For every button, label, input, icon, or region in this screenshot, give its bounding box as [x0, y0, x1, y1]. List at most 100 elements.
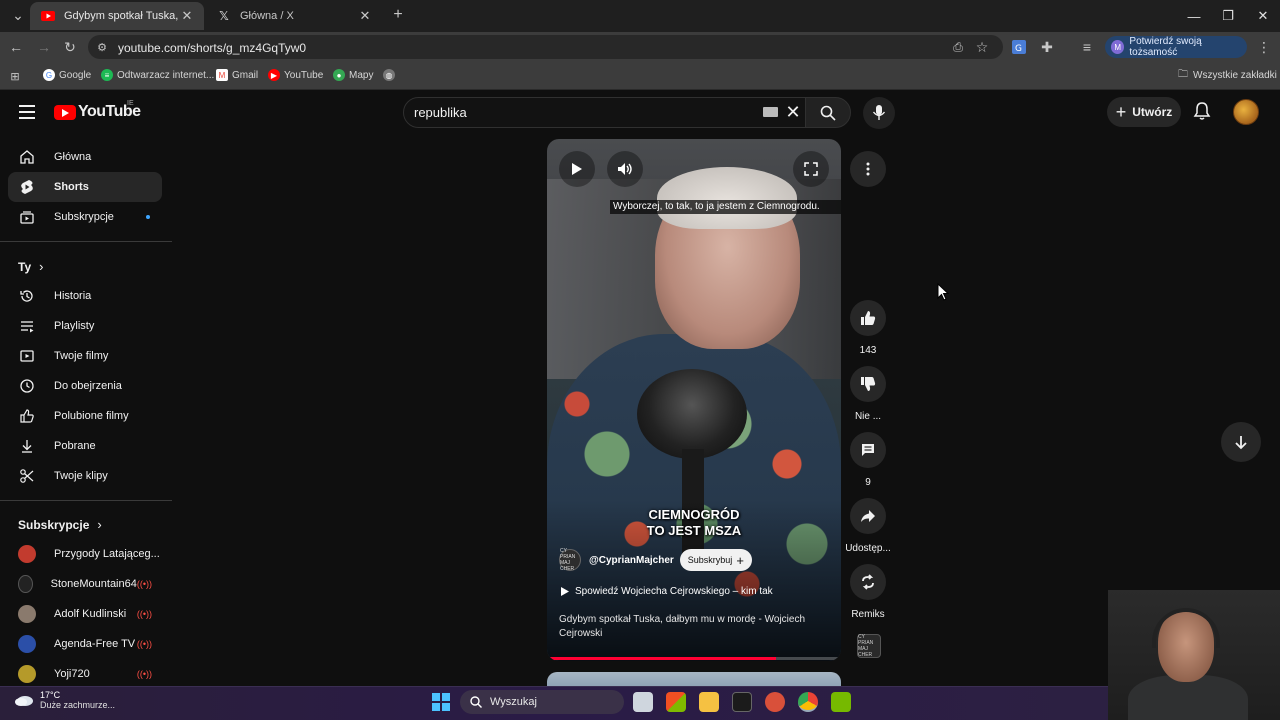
bookmark-gmail[interactable]: M Gmail: [216, 68, 258, 82]
channel-name[interactable]: @CyprianMajcher: [589, 555, 674, 566]
more-options-button[interactable]: [850, 151, 886, 187]
back-icon[interactable]: ←: [2, 32, 30, 62]
spotify-icon: ≡: [101, 69, 113, 81]
chrome-icon[interactable]: [798, 692, 818, 712]
store-icon[interactable]: [666, 692, 686, 712]
tab-search-icon[interactable]: ⌄: [4, 1, 32, 29]
dislike-button[interactable]: Nie ...: [840, 366, 896, 422]
menu-kebab-icon[interactable]: ⋮: [1250, 32, 1278, 62]
sidebar-item-history[interactable]: Historia: [8, 281, 162, 311]
gmail-icon: M: [216, 69, 228, 81]
nvidia-icon[interactable]: [831, 692, 851, 712]
channel-avatar: [18, 665, 36, 683]
forward-icon[interactable]: →: [30, 32, 58, 62]
sidebar-item-watch-later[interactable]: Do obejrzenia: [8, 371, 162, 401]
share-button[interactable]: Udostęp...: [840, 498, 896, 554]
download-icon: [8, 438, 46, 454]
notifications-bell-icon[interactable]: [1193, 101, 1213, 123]
next-short-button[interactable]: [1221, 422, 1261, 462]
comments-button[interactable]: 9: [840, 432, 896, 488]
mouse-cursor-icon: [937, 283, 949, 301]
channel-avatar: [18, 605, 36, 623]
region-code: IE: [127, 100, 134, 107]
play-button[interactable]: [559, 151, 595, 187]
remix-button[interactable]: Remiks: [840, 564, 896, 620]
windows-start-icon[interactable]: [432, 693, 450, 711]
clear-search-icon[interactable]: ✕: [784, 102, 802, 122]
search-button[interactable]: [805, 97, 851, 128]
url-text: youtube.com/shorts/g_mz4GqTyw0: [118, 41, 307, 55]
guide-menu-icon[interactable]: [16, 101, 38, 123]
sidebar-subscriptions-header[interactable]: Subskrypcje ›: [18, 517, 102, 532]
shorts-player[interactable]: Wyborczej, to tak, to ja jestem z Ciemno…: [547, 139, 841, 661]
sidebar-item-your-clips[interactable]: Twoje klipy: [8, 461, 162, 491]
verify-identity-label: Potwierdź swoją tożsamość: [1129, 36, 1202, 58]
sidebar-item-downloads[interactable]: Pobrane: [8, 431, 162, 461]
tab-close-icon[interactable]: ✕: [180, 8, 194, 24]
task-view-icon[interactable]: [633, 692, 653, 712]
notion-icon[interactable]: [732, 692, 752, 712]
new-tab-icon[interactable]: +: [384, 1, 412, 29]
bookmark-youtube[interactable]: ▶ YouTube: [268, 68, 323, 82]
translate-icon[interactable]: G: [1005, 32, 1033, 62]
bookmark-globe[interactable]: ◍: [383, 68, 399, 82]
media-control-icon[interactable]: ≡: [1073, 32, 1101, 62]
subscription-item[interactable]: Agenda-Free TV ((•)): [8, 629, 162, 659]
weather-widget[interactable]: 17°C Duże zachmurze...: [14, 690, 115, 710]
tab-close-icon[interactable]: ✕: [358, 8, 372, 24]
sidebar-item-your-videos[interactable]: Twoje filmy: [8, 341, 162, 371]
tab-youtube[interactable]: Gdybym spotkał Tuska, dałbym ✕: [30, 2, 204, 30]
sidebar-item-playlists[interactable]: Playlisty: [8, 311, 162, 341]
search-input[interactable]: [414, 104, 744, 121]
voice-search-button[interactable]: [863, 97, 895, 129]
chevron-right-icon: ›: [97, 517, 102, 532]
all-bookmarks[interactable]: 🗀 Wszystkie zakładki: [1178, 68, 1277, 82]
app-icon[interactable]: [765, 692, 785, 712]
sidebar-item-subscriptions[interactable]: Subskrypcje: [8, 202, 162, 232]
search-icon: [470, 696, 482, 708]
bookmark-spotify[interactable]: ≡ Odtwarzacz internet...: [101, 68, 214, 82]
sound-channel-avatar[interactable]: CY PRIAN MAJ CHER: [857, 634, 881, 658]
subscribe-button[interactable]: Subskrybuj +: [679, 549, 752, 571]
bookmark-maps[interactable]: ● Mapy: [333, 68, 373, 82]
create-button[interactable]: + Utwórz: [1107, 97, 1181, 127]
like-button[interactable]: 143: [840, 300, 896, 356]
window-close-icon[interactable]: ✕: [1246, 0, 1280, 32]
minimize-icon[interactable]: —: [1177, 0, 1211, 32]
sidebar-item-shorts[interactable]: Shorts: [8, 172, 162, 202]
file-explorer-icon[interactable]: [699, 692, 719, 712]
sidebar-you-header[interactable]: Ty ›: [18, 259, 43, 274]
progress-bar-fill: [547, 657, 776, 660]
sidebar-item-home[interactable]: Główna: [8, 142, 162, 172]
account-avatar[interactable]: [1233, 99, 1259, 125]
apps-grid-icon[interactable]: ⊞: [1, 61, 29, 91]
channel-avatar[interactable]: CY PRIAN MAJ CHER: [559, 548, 581, 572]
site-info-icon[interactable]: ⚙: [88, 32, 116, 62]
thumbs-up-icon: [861, 311, 876, 325]
tab-title: Główna / X: [240, 10, 294, 22]
bookmark-google[interactable]: G Google: [43, 68, 91, 82]
subscription-item[interactable]: Yoji720 ((•)): [8, 659, 162, 689]
tab-x[interactable]: 𝕏 Główna / X ✕: [206, 2, 382, 30]
subscription-item[interactable]: Przygody Latająceg...: [8, 539, 162, 569]
subscription-item[interactable]: StoneMountain64 ((•)): [8, 569, 162, 599]
extensions-icon[interactable]: ✚: [1033, 32, 1061, 62]
google-icon: G: [43, 69, 55, 81]
verify-identity-button[interactable]: M Potwierdź swoją tożsamość: [1105, 36, 1247, 58]
short-title[interactable]: Gdybym spotkał Tuska, dałbym mu w mordę …: [559, 613, 831, 641]
bookmark-star-icon[interactable]: ☆: [968, 32, 996, 62]
home-icon: [8, 149, 46, 165]
next-short-preview[interactable]: [547, 672, 841, 686]
fullscreen-button[interactable]: [793, 151, 829, 187]
playlist-link[interactable]: Spowiedź Wojciecha Cejrowskiego – kim ta…: [561, 586, 773, 597]
x-favicon-icon: 𝕏: [219, 9, 229, 23]
taskbar-search[interactable]: Wyszukaj: [460, 690, 624, 714]
restore-icon[interactable]: ❐: [1211, 0, 1245, 32]
reload-icon[interactable]: ↻: [56, 32, 84, 62]
subscription-item[interactable]: Adolf Kudlinski ((•)): [8, 599, 162, 629]
like-count: 143: [859, 345, 877, 356]
volume-button[interactable]: [607, 151, 643, 187]
keyboard-icon[interactable]: [763, 107, 778, 117]
sidebar-item-liked-videos[interactable]: Polubione filmy: [8, 401, 162, 431]
weather-description: Duże zachmurze...: [40, 700, 116, 710]
